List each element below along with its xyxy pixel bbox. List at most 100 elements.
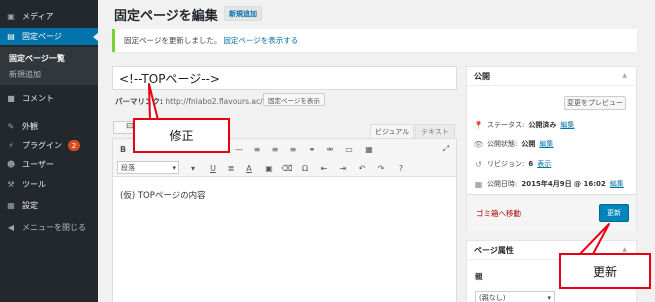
unlink-icon[interactable]: ⚮ <box>324 143 336 155</box>
content-editor[interactable]: B — ≡ ≡ ≡ ⚭ ⚮ ▭ ▦ ⤢ 段落 ▾ ▾ U ≣ A ▣ ⌫ Ω ⇤… <box>112 138 457 302</box>
caret-up-icon[interactable]: ▲ <box>622 72 627 79</box>
sidebar-item-plugins[interactable]: ⚡ プラグイン 2 <box>0 137 98 154</box>
show-revisions-link[interactable]: 表示 <box>537 159 551 169</box>
permalink-url[interactable]: http://fnlabo2.flavours.ac/ <box>165 97 262 106</box>
preview-changes-button[interactable]: 変更をプレビュー <box>564 96 626 110</box>
visibility-row: 👁 公開状態: 公開 編集 <box>473 139 553 149</box>
chevron-down-icon: ▾ <box>190 163 195 173</box>
tab-visual[interactable]: ビジュアル <box>370 124 414 138</box>
sidebar-item-tools[interactable]: ⚒ ツール <box>0 176 98 193</box>
chevron-down-icon: ▾ <box>172 163 176 172</box>
submenu-item-all-pages[interactable]: 固定ページ一覧 <box>9 53 65 64</box>
visibility-value: 公開 <box>521 140 536 148</box>
fullscreen-icon[interactable]: ⤢ <box>440 143 452 155</box>
collapse-menu-button[interactable]: ◀ メニューを閉じる <box>0 219 98 236</box>
media-icon: ▣ <box>7 12 15 21</box>
redo-icon[interactable]: ↷ <box>375 162 387 174</box>
link-icon[interactable]: ⚭ <box>306 143 318 155</box>
parent-select[interactable]: (親なし) ▾ <box>475 291 555 302</box>
trash-link[interactable]: ゴミ箱へ移動 <box>476 208 521 219</box>
format-value: 段落 <box>121 163 135 172</box>
format-select[interactable]: 段落 ▾ <box>117 161 179 174</box>
sidebar-item-label: 外観 <box>22 122 38 131</box>
callout-update: 更新 <box>559 253 651 289</box>
underline-icon[interactable]: U <box>207 162 219 174</box>
page-title: 固定ページを編集 <box>114 9 218 24</box>
parent-label: 親 <box>475 272 483 281</box>
sidebar-item-comments[interactable]: ■ コメント <box>0 90 98 107</box>
attributes-title-text: ページ属性 <box>474 245 514 255</box>
revisions-icon: ↺ <box>475 159 482 169</box>
sidebar-item-appearance[interactable]: ✎ 外観 <box>0 118 98 135</box>
paste-text-icon[interactable]: ▣ <box>263 162 275 174</box>
text-color-icon[interactable]: A <box>243 162 255 174</box>
current-menu-notch <box>93 33 98 41</box>
publish-actions: ゴミ箱へ移動 更新 <box>467 194 636 231</box>
edit-visibility-link[interactable]: 編集 <box>539 139 553 149</box>
align-center-icon[interactable]: ≡ <box>269 143 281 155</box>
undo-icon[interactable]: ↶ <box>356 162 368 174</box>
plugins-icon: ⚡ <box>8 141 14 150</box>
calendar-icon: ▦ <box>474 179 483 189</box>
admin-sidebar: ▣ メディア ▤ 固定ページ 固定ページ一覧 新規追加 ■ コメント ✎ 外観 … <box>0 0 98 302</box>
status-row: 📍 ステータス: 公開済み 編集 <box>473 120 575 130</box>
revisions-row: ↺ リビジョン: 6 表示 <box>474 159 551 169</box>
align-left-icon[interactable]: ≡ <box>251 143 263 155</box>
appearance-icon: ✎ <box>7 122 15 131</box>
more-tag-icon[interactable]: ▭ <box>343 143 355 155</box>
title-value: <!--TOPページ--> <box>119 71 220 86</box>
sidebar-item-label: ユーザー <box>22 160 54 169</box>
toolbar-toggle-icon[interactable]: ▦ <box>363 143 375 155</box>
clear-formatting-icon[interactable]: ⌫ <box>281 162 293 174</box>
sidebar-item-label: メニューを閉じる <box>22 223 86 232</box>
special-character-icon[interactable]: Ω <box>299 162 311 174</box>
help-icon[interactable]: ? <box>395 162 407 174</box>
horizontal-rule-icon[interactable]: — <box>233 143 245 155</box>
settings-icon: ▦ <box>7 201 15 210</box>
tab-text[interactable]: テキスト <box>415 124 455 138</box>
justify-icon[interactable]: ≣ <box>225 162 237 174</box>
parent-value: (親なし) <box>479 294 506 302</box>
pages-submenu: 固定ページ一覧 新規追加 <box>0 47 98 85</box>
editor-content: (仮) TOPページの内容 <box>120 191 206 201</box>
outdent-icon[interactable]: ⇤ <box>318 162 330 174</box>
view-page-link[interactable]: 固定ページを表示する <box>223 35 298 46</box>
permalink: パーマリンク: http://fnlabo2.flavours.ac/ <box>115 96 263 107</box>
notice-text: 固定ページを更新しました。 <box>124 36 222 45</box>
sidebar-item-users[interactable]: ☻ ユーザー <box>0 156 98 173</box>
sidebar-item-label: ツール <box>22 180 46 189</box>
collapse-icon: ◀ <box>7 223 15 232</box>
caret-up-icon[interactable]: ▲ <box>622 246 627 253</box>
sidebar-item-label: コメント <box>22 94 54 103</box>
status-label: ステータス: <box>487 121 525 129</box>
publish-box-title[interactable]: 公開 ▲ <box>467 67 636 86</box>
pages-icon: ▤ <box>7 32 15 41</box>
chevron-down-icon: ▾ <box>547 294 551 302</box>
sidebar-item-pages[interactable]: ▤ 固定ページ <box>0 28 98 45</box>
status-value: 公開済み <box>528 121 557 129</box>
date-value: 2015年4月9日 @ 16:02 <box>521 180 606 188</box>
publish-date-row: ▦ 公開日時: 2015年4月9日 @ 16:02 編集 <box>474 179 624 189</box>
title-input[interactable]: <!--TOPページ--> <box>112 66 457 90</box>
revisions-label: リビジョン: <box>487 160 525 168</box>
sidebar-item-label: メディア <box>22 12 54 21</box>
add-new-button[interactable]: 新規追加 <box>224 6 262 21</box>
comments-icon: ■ <box>7 94 15 103</box>
publish-title-text: 公開 <box>474 71 490 81</box>
sidebar-item-media[interactable]: ▣ メディア <box>0 8 98 25</box>
align-right-icon[interactable]: ≡ <box>287 143 299 155</box>
edit-status-link[interactable]: 編集 <box>560 120 574 130</box>
submenu-item-add-new[interactable]: 新規追加 <box>9 69 41 80</box>
users-icon: ☻ <box>6 160 16 169</box>
view-page-button[interactable]: 固定ページを表示 <box>263 93 325 106</box>
callout-fix-title: 修正 <box>133 118 230 153</box>
indent-icon[interactable]: ⇥ <box>337 162 349 174</box>
update-button[interactable]: 更新 <box>599 204 629 222</box>
sidebar-item-label: 固定ページ <box>22 32 62 41</box>
edit-date-link[interactable]: 編集 <box>610 179 624 189</box>
pin-icon: 📍 <box>473 120 484 130</box>
visibility-label: 公開状態: <box>487 140 518 148</box>
bold-icon[interactable]: B <box>117 143 129 155</box>
sidebar-item-label: プラグイン <box>22 141 62 150</box>
sidebar-item-settings[interactable]: ▦ 設定 <box>0 197 98 214</box>
